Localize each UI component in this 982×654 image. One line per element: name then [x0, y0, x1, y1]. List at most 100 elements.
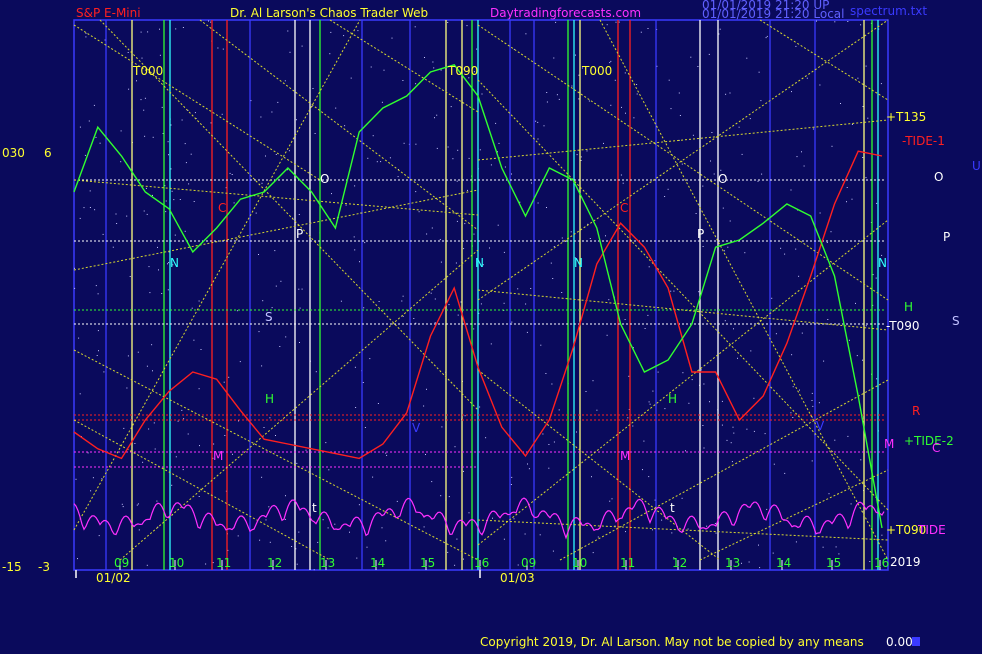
- star-dot: [183, 418, 185, 420]
- star-dot: [121, 503, 123, 505]
- chart-site-link[interactable]: Daytradingforecasts.com: [490, 6, 641, 20]
- star-dot: [181, 119, 183, 121]
- star-dot: [74, 287, 76, 289]
- right-label: 2019: [890, 555, 921, 569]
- star-dot: [237, 535, 239, 537]
- star-dot: [335, 107, 337, 109]
- star-dot: [681, 497, 683, 499]
- star-dot: [881, 534, 883, 536]
- star-dot: [596, 409, 598, 411]
- star-dot: [126, 215, 128, 217]
- star-dot: [860, 459, 862, 461]
- star-dot: [784, 253, 786, 255]
- planet-letter: M: [213, 449, 223, 463]
- star-dot: [714, 523, 716, 525]
- star-dot: [168, 262, 170, 264]
- star-dot: [667, 188, 669, 190]
- star-dot: [730, 442, 732, 444]
- star-dot: [723, 250, 725, 252]
- star-dot: [447, 22, 449, 23]
- chart-svg: S&P E-Mini Dr. Al Larson's Chaos Trader …: [0, 0, 982, 650]
- star-dot: [719, 28, 721, 30]
- planet-letter: O: [718, 172, 727, 186]
- star-dot: [158, 269, 159, 271]
- star-dot: [217, 47, 219, 49]
- star-dot: [287, 30, 289, 32]
- star-dot: [436, 114, 438, 116]
- star-dot: [642, 469, 643, 471]
- star-dot: [138, 529, 140, 531]
- right-label: H: [904, 300, 913, 314]
- star-dot: [846, 187, 848, 188]
- star-dot: [115, 213, 117, 215]
- star-dot: [357, 30, 359, 32]
- star-dot: [229, 172, 231, 174]
- star-dot: [199, 445, 200, 447]
- star-dot: [315, 371, 317, 373]
- star-dot: [611, 498, 613, 500]
- star-dot: [490, 164, 492, 166]
- star-dot: [760, 100, 762, 102]
- star-dot: [94, 209, 96, 211]
- star-dot: [603, 142, 604, 144]
- star-dot: [548, 444, 550, 445]
- star-dot: [695, 213, 697, 214]
- chart-background: [0, 0, 982, 650]
- counter-text: 0.00: [886, 635, 913, 649]
- star-dot: [688, 402, 690, 404]
- star-dot: [95, 285, 97, 287]
- y-axis-label: -3: [38, 560, 50, 574]
- star-dot: [187, 433, 189, 435]
- star-dot: [851, 124, 853, 125]
- star-dot: [269, 541, 271, 543]
- star-dot: [597, 536, 599, 538]
- star-dot: [223, 381, 225, 383]
- star-dot: [174, 234, 176, 236]
- star-dot: [188, 183, 190, 185]
- star-dot: [181, 409, 183, 411]
- star-dot: [847, 435, 849, 437]
- star-dot: [827, 319, 829, 320]
- star-dot: [383, 69, 385, 71]
- star-dot: [151, 344, 153, 346]
- star-dot: [193, 339, 195, 341]
- star-dot: [588, 100, 590, 102]
- star-dot: [537, 121, 539, 123]
- planet-letter: V: [816, 419, 825, 433]
- star-dot: [812, 128, 814, 130]
- star-dot: [236, 310, 238, 312]
- star-dot: [173, 199, 175, 201]
- star-dot: [147, 31, 149, 33]
- star-dot: [102, 233, 104, 235]
- star-dot: [353, 236, 355, 238]
- star-dot: [880, 83, 882, 85]
- planet-letter: C: [218, 201, 226, 215]
- star-dot: [258, 331, 260, 333]
- star-dot: [490, 343, 492, 345]
- star-dot: [208, 20, 209, 22]
- star-dot: [733, 328, 734, 330]
- star-dot: [545, 373, 547, 374]
- star-dot: [413, 318, 415, 319]
- star-dot: [481, 93, 483, 95]
- star-dot: [691, 379, 693, 381]
- star-dot: [773, 463, 775, 465]
- star-dot: [795, 541, 797, 543]
- star-dot: [671, 532, 673, 534]
- star-dot: [314, 133, 316, 134]
- star-dot: [775, 333, 777, 335]
- star-dot: [284, 80, 286, 82]
- planet-letter: M: [620, 449, 630, 463]
- star-dot: [558, 409, 560, 411]
- star-dot: [175, 456, 177, 458]
- star-dot: [543, 125, 545, 127]
- planet-letter: T000: [132, 64, 163, 78]
- star-dot: [553, 57, 555, 59]
- star-dot: [198, 388, 200, 390]
- star-dot: [826, 242, 828, 243]
- star-dot: [835, 546, 837, 548]
- star-dot: [654, 260, 656, 262]
- star-dot: [232, 453, 233, 455]
- right-label: P: [943, 230, 950, 244]
- star-dot: [275, 154, 277, 155]
